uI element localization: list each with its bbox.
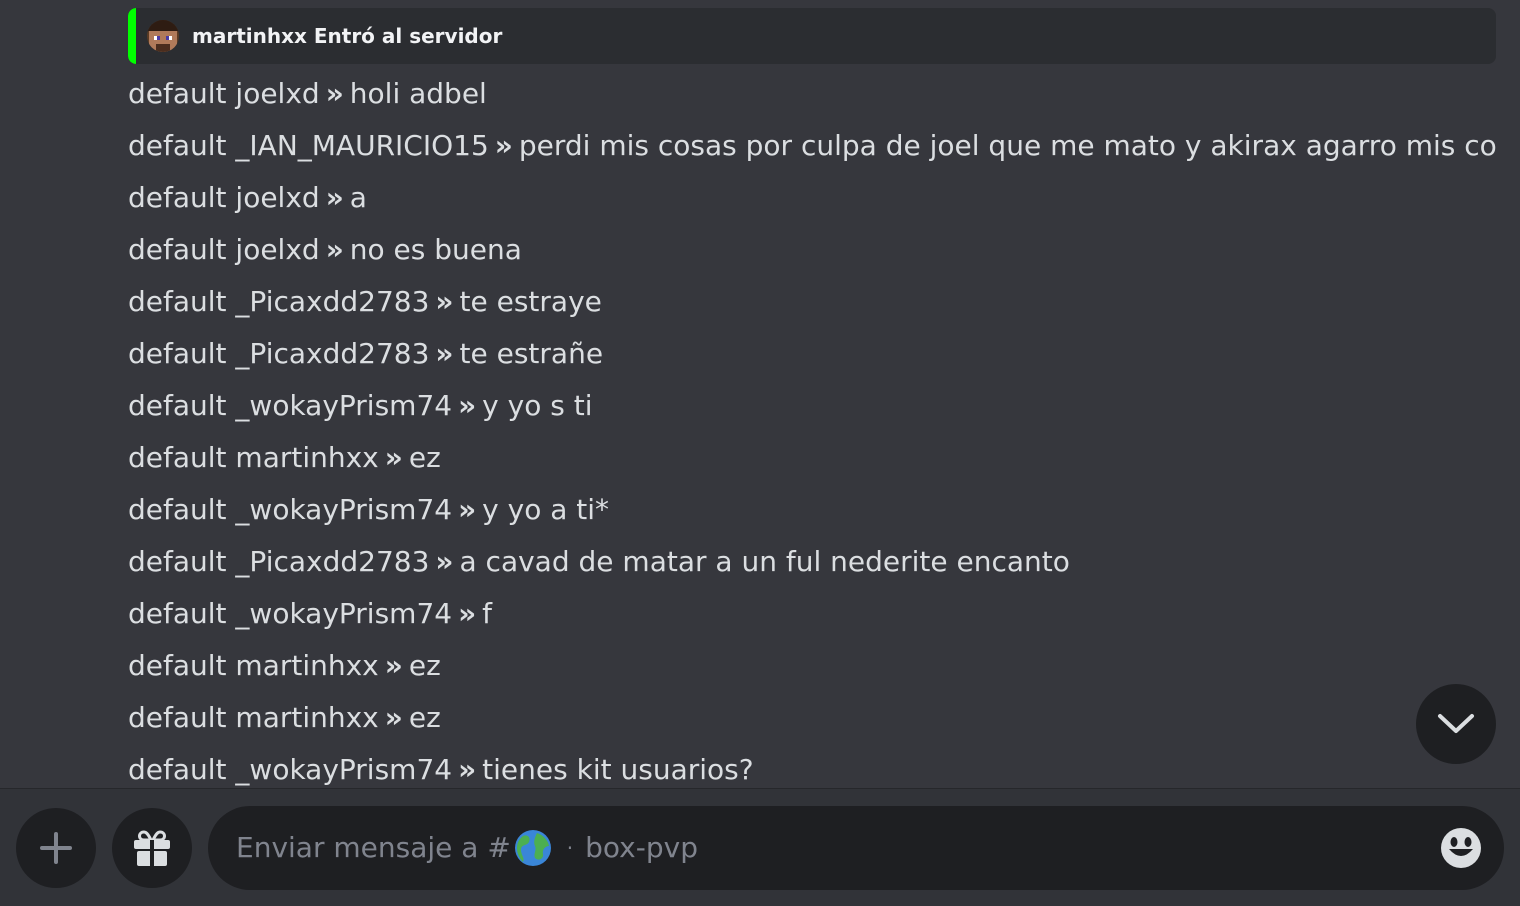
gift-icon (134, 830, 170, 866)
gift-button[interactable] (112, 808, 192, 888)
list-item: default martinhxx» ez (128, 692, 1498, 744)
message-separator: » (325, 181, 344, 214)
scroll-to-bottom-button[interactable] (1416, 684, 1496, 764)
message-text: f (482, 597, 493, 630)
message-separator: » (494, 129, 513, 162)
smile-icon (1441, 828, 1481, 868)
placeholder-text: Enviar mensaje a # (236, 831, 511, 864)
globe-icon (514, 830, 551, 866)
message-text: ez (408, 649, 441, 682)
message-separator: » (435, 285, 454, 318)
message-author: default _IAN_MAURICIO15 (128, 129, 489, 162)
embed-accent-bar (128, 8, 136, 64)
message-author: default _wokayPrism74 (128, 493, 453, 526)
message-separator: » (325, 77, 344, 110)
message-separator: » (458, 389, 477, 422)
list-item: default joelxd» holi adbel (128, 68, 1498, 120)
message-text: y yo s ti (482, 389, 593, 422)
message-separator: » (458, 597, 477, 630)
list-item: default martinhxx» ez (128, 640, 1498, 692)
message-separator: » (384, 441, 403, 474)
message-author: default _Picaxdd2783 (128, 337, 430, 370)
message-text: tienes kit usuarios? (482, 753, 754, 786)
list-item: default joelxd» a (128, 172, 1498, 224)
message-author: default _Picaxdd2783 (128, 545, 430, 578)
plus-icon (40, 832, 72, 864)
message-text: ez (408, 701, 441, 734)
join-embed: martinhxx Entró al servidor (128, 8, 1496, 64)
message-author: default martinhxx (128, 649, 379, 682)
avatar (147, 20, 179, 52)
message-text: te estraye (459, 285, 602, 318)
message-author: default martinhxx (128, 701, 379, 734)
message-text: a cavad de matar a un ful nederite encan… (459, 545, 1070, 578)
message-author: default joelxd (128, 181, 320, 214)
add-attachment-button[interactable] (16, 808, 96, 888)
message-input[interactable]: Enviar mensaje a # · box-pvp (208, 806, 1504, 890)
list-item: default joelxd» no es buena (128, 224, 1498, 276)
message-separator: » (384, 701, 403, 734)
message-separator: » (458, 493, 477, 526)
message-separator: » (435, 337, 454, 370)
list-item: default _IAN_MAURICIO15» perdi mis cosas … (128, 120, 1498, 172)
list-item: default _wokayPrism74» y yo s ti (128, 380, 1498, 432)
message-author: default _wokayPrism74 (128, 597, 453, 630)
message-text: te estrañe (459, 337, 604, 370)
embed-title: martinhxx Entró al servidor (192, 24, 503, 48)
list-item: default _Picaxdd2783» te estrañe (128, 328, 1498, 380)
message-text: no es buena (349, 233, 522, 266)
message-text: perdi mis cosas por culpa de joel que me… (518, 129, 1498, 162)
message-author: default joelxd (128, 233, 320, 266)
channel-separator: · (566, 836, 574, 860)
message-author: default _wokayPrism74 (128, 389, 453, 422)
message-text: y yo a ti* (482, 493, 610, 526)
message-author: default _Picaxdd2783 (128, 285, 430, 318)
message-text: a (349, 181, 367, 214)
message-text: holi adbel (349, 77, 487, 110)
list-item: default martinhxx» ez (128, 432, 1498, 484)
list-item: default _wokayPrism74» f (128, 588, 1498, 640)
message-author: default joelxd (128, 77, 320, 110)
message-separator: » (435, 545, 454, 578)
composer-bar: Enviar mensaje a # · box-pvp (0, 788, 1520, 906)
message-separator: » (458, 753, 477, 786)
message-text: ez (408, 441, 441, 474)
message-separator: » (325, 233, 344, 266)
message-separator: » (384, 649, 403, 682)
message-list: default joelxd» holi adbel default _IAN_M… (128, 68, 1498, 788)
message-author: default martinhxx (128, 441, 379, 474)
input-placeholder: Enviar mensaje a # · box-pvp (236, 806, 698, 890)
list-item: default _Picaxdd2783» te estraye (128, 276, 1498, 328)
list-item: default _Picaxdd2783» a cavad de matar a … (128, 536, 1498, 588)
message-author: default _wokayPrism74 (128, 753, 453, 786)
list-item: default _wokayPrism74» y yo a ti* (128, 484, 1498, 536)
chat-area: martinhxx Entró al servidor default joel… (0, 0, 1520, 788)
list-item: default _wokayPrism74» tienes kit usuario… (128, 744, 1498, 788)
emoji-button[interactable] (1440, 827, 1482, 869)
chevron-down-icon (1438, 714, 1474, 733)
channel-name: box-pvp (585, 831, 698, 864)
